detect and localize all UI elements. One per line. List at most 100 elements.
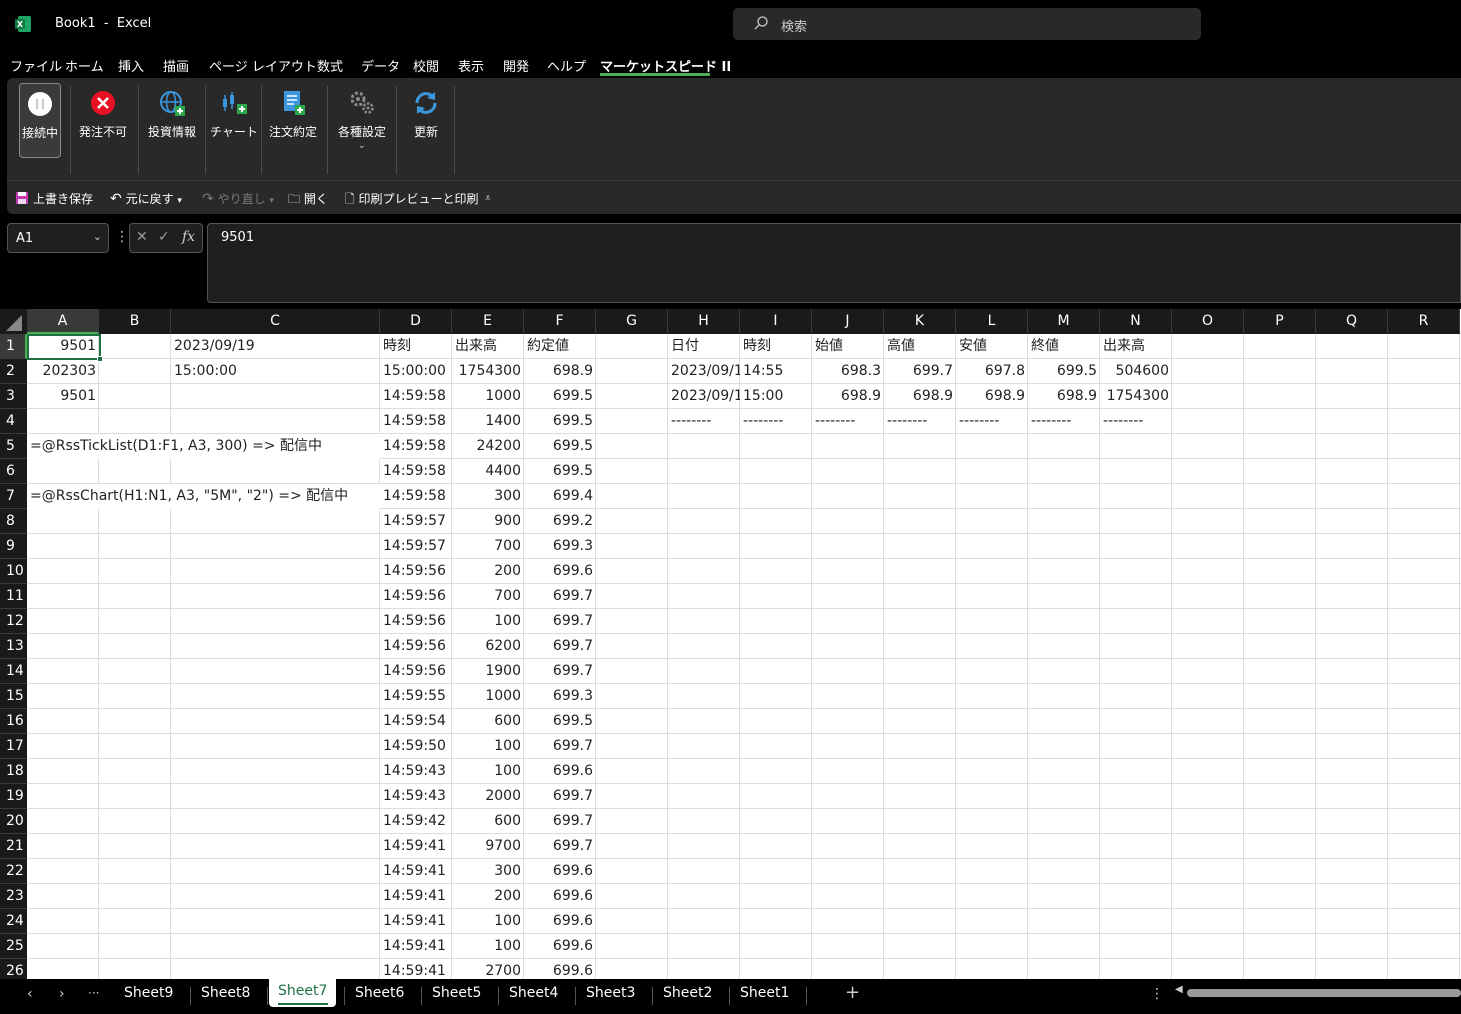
row-header-19[interactable]: 19: [0, 784, 27, 809]
row-header-13[interactable]: 13: [0, 634, 27, 659]
row-header-17[interactable]: 17: [0, 734, 27, 759]
column-header-b[interactable]: B: [99, 309, 171, 334]
tab-insert[interactable]: 挿入: [118, 56, 144, 75]
tick-cell[interactable]: 14:59:56: [380, 609, 452, 634]
tick-cell[interactable]: 699.7: [524, 809, 596, 834]
chart-header[interactable]: 高値: [884, 334, 956, 359]
tick-cell[interactable]: 300: [452, 484, 524, 509]
chart-cell[interactable]: --------: [812, 409, 884, 434]
customize-toolbar-button[interactable]: ⩡: [485, 190, 491, 204]
tick-cell[interactable]: 700: [452, 584, 524, 609]
cell-a7[interactable]: =@RssChart(H1:N1, A3, "5M", "2") => 配信中: [27, 484, 380, 509]
sheet-tab-sheet5[interactable]: Sheet5: [432, 985, 481, 1001]
sheet-tab-sheet1[interactable]: Sheet1: [740, 985, 789, 1001]
tick-cell[interactable]: 699.5: [524, 434, 596, 459]
tick-cell[interactable]: 699.7: [524, 659, 596, 684]
row-header-1[interactable]: 1: [0, 334, 27, 359]
tab-view[interactable]: 表示: [458, 56, 484, 75]
tick-cell[interactable]: 14:59:42: [380, 809, 452, 834]
tick-cell[interactable]: 200: [452, 884, 524, 909]
column-header-l[interactable]: L: [956, 309, 1028, 334]
scrollbar-thumb[interactable]: [1187, 989, 1461, 997]
chart-button[interactable]: チャート: [210, 83, 258, 158]
formula-input[interactable]: 9501: [207, 223, 1461, 303]
spreadsheet-grid[interactable]: A B C D E F G H I J K L M N O P Q R 1 2 3 4 5 6 7 8 9 10 11 12 13 14 15 1…: [0, 309, 1461, 979]
chart-cell[interactable]: --------: [1028, 409, 1100, 434]
order-disabled-button[interactable]: 発注不可: [74, 83, 132, 158]
column-header-r[interactable]: R: [1388, 309, 1460, 334]
tick-cell[interactable]: 14:59:41: [380, 934, 452, 959]
tick-cell[interactable]: 699.6: [524, 559, 596, 584]
row-header-9[interactable]: 9: [0, 534, 27, 559]
tab-help[interactable]: ヘルプ: [547, 56, 586, 75]
chart-header[interactable]: 時刻: [740, 334, 812, 359]
row-header-21[interactable]: 21: [0, 834, 27, 859]
tick-cell[interactable]: 1000: [452, 384, 524, 409]
next-sheet-icon[interactable]: ›: [59, 986, 65, 1002]
tick-cell[interactable]: 699.5: [524, 709, 596, 734]
tab-page-layout[interactable]: ページ レイアウト: [209, 56, 317, 75]
tick-cell[interactable]: 100: [452, 734, 524, 759]
chart-header[interactable]: 始値: [812, 334, 884, 359]
tab-home[interactable]: ホーム: [65, 56, 104, 75]
tick-cell[interactable]: 700: [452, 534, 524, 559]
save-button[interactable]: 上書き保存: [15, 190, 93, 207]
column-header-p[interactable]: P: [1244, 309, 1316, 334]
column-header-i[interactable]: I: [740, 309, 812, 334]
tick-cell[interactable]: 14:59:41: [380, 959, 452, 979]
tick-cell[interactable]: 699.6: [524, 934, 596, 959]
chart-header[interactable]: 出来高: [1100, 334, 1172, 359]
settings-button[interactable]: 各種設定 ⌄: [332, 83, 392, 158]
tab-developer[interactable]: 開発: [503, 56, 529, 75]
cell-c1[interactable]: 2023/09/19: [171, 334, 380, 359]
tab-file[interactable]: ファイル: [10, 56, 62, 75]
chart-cell[interactable]: 698.3: [812, 359, 884, 384]
chart-cell[interactable]: --------: [668, 409, 740, 434]
tick-cell[interactable]: 699.7: [524, 784, 596, 809]
tick-cell[interactable]: 699.6: [524, 859, 596, 884]
scroll-left-icon[interactable]: ◀: [1175, 984, 1183, 995]
row-header-15[interactable]: 15: [0, 684, 27, 709]
tick-cell[interactable]: 300: [452, 859, 524, 884]
row-header-16[interactable]: 16: [0, 709, 27, 734]
tick-cell[interactable]: 14:59:41: [380, 859, 452, 884]
chart-cell[interactable]: 504600: [1100, 359, 1172, 384]
tick-cell[interactable]: 699.6: [524, 884, 596, 909]
tick-cell[interactable]: 699.4: [524, 484, 596, 509]
row-header-14[interactable]: 14: [0, 659, 27, 684]
tick-cell[interactable]: 100: [452, 934, 524, 959]
chart-cell[interactable]: 2023/09/1: [668, 384, 740, 409]
column-header-k[interactable]: K: [884, 309, 956, 334]
chart-cell[interactable]: 698.9: [1028, 384, 1100, 409]
tick-cell[interactable]: 14:59:50: [380, 734, 452, 759]
tick-cell[interactable]: 699.7: [524, 584, 596, 609]
tick-cell[interactable]: 699.2: [524, 509, 596, 534]
undo-button[interactable]: ↶ 元に戻す ▾: [110, 190, 182, 207]
chart-cell[interactable]: --------: [1100, 409, 1172, 434]
tick-cell[interactable]: 14:59:56: [380, 559, 452, 584]
column-header-g[interactable]: G: [596, 309, 668, 334]
tick-cell[interactable]: 14:59:58: [380, 434, 452, 459]
search-box[interactable]: 検索: [733, 8, 1201, 40]
tick-cell[interactable]: 14:59:43: [380, 759, 452, 784]
chart-cell[interactable]: 699.5: [1028, 359, 1100, 384]
tick-cell[interactable]: 6200: [452, 634, 524, 659]
cell-a2[interactable]: 202303: [27, 359, 99, 384]
more-sheets-icon[interactable]: ···: [88, 986, 99, 1000]
tick-cell[interactable]: 2000: [452, 784, 524, 809]
tick-cell[interactable]: 1900: [452, 659, 524, 684]
insert-function-icon[interactable]: fx: [182, 229, 195, 245]
sheet-tab-sheet4[interactable]: Sheet4: [509, 985, 558, 1001]
tick-cell[interactable]: 14:59:58: [380, 459, 452, 484]
tick-cell[interactable]: 14:59:43: [380, 784, 452, 809]
tab-review[interactable]: 校閲: [413, 56, 439, 75]
column-header-c[interactable]: C: [171, 309, 380, 334]
tick-cell[interactable]: 699.6: [524, 909, 596, 934]
tick-cell[interactable]: 14:59:57: [380, 509, 452, 534]
chart-cell[interactable]: 698.9: [956, 384, 1028, 409]
row-header-5[interactable]: 5: [0, 434, 27, 459]
tick-cell[interactable]: 14:59:54: [380, 709, 452, 734]
tick-cell[interactable]: 200: [452, 559, 524, 584]
tick-cell[interactable]: 1000: [452, 684, 524, 709]
chart-cell[interactable]: 15:00: [740, 384, 812, 409]
